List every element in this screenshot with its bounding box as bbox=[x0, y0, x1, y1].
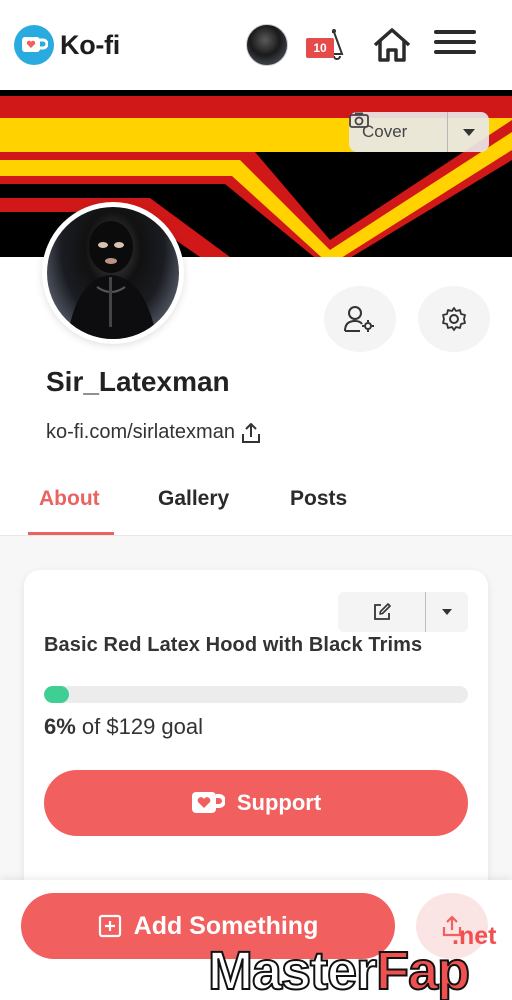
share-icon[interactable] bbox=[241, 422, 261, 444]
edit-goal-button[interactable] bbox=[338, 592, 426, 632]
kofi-logo[interactable]: Ko-fi bbox=[14, 25, 120, 65]
goal-percent: 6% bbox=[44, 714, 76, 739]
profile-avatar[interactable] bbox=[42, 202, 184, 344]
watermark-fap: Fap bbox=[375, 940, 471, 1000]
home-button[interactable] bbox=[372, 26, 412, 64]
plus-square-icon bbox=[98, 914, 121, 938]
notifications-button[interactable]: 10 bbox=[304, 28, 348, 62]
profile-url-text: ko-fi.com/sirlatexman bbox=[46, 421, 235, 443]
user-settings-icon bbox=[344, 306, 374, 332]
chevron-down-icon bbox=[462, 128, 475, 136]
avatar[interactable] bbox=[246, 24, 288, 66]
edit-icon bbox=[373, 603, 391, 620]
notification-count-badge: 10 bbox=[306, 38, 334, 58]
cover-button[interactable]: Cover bbox=[349, 112, 489, 152]
chevron-down-icon bbox=[442, 609, 452, 615]
profile-url[interactable]: ko-fi.com/sirlatexman bbox=[46, 421, 261, 444]
support-button-label: Support bbox=[236, 790, 322, 815]
support-button[interactable]: Support bbox=[44, 770, 468, 836]
brand-name: Ko-fi bbox=[60, 29, 120, 60]
tab-gallery[interactable]: Gallery bbox=[158, 487, 229, 511]
camera-icon bbox=[349, 112, 369, 128]
cover-options-dropdown[interactable] bbox=[448, 128, 489, 136]
goal-card: Basic Red Latex Hood with Black Trims 6%… bbox=[24, 570, 488, 900]
goal-options-dropdown[interactable] bbox=[426, 592, 468, 632]
home-icon bbox=[373, 28, 411, 62]
hamburger-menu-icon[interactable] bbox=[434, 30, 476, 60]
cover-edit-button[interactable]: Cover bbox=[349, 112, 448, 152]
tab-about[interactable]: About bbox=[39, 487, 100, 511]
active-tab-indicator bbox=[28, 532, 114, 535]
settings-button[interactable] bbox=[418, 286, 490, 352]
gear-icon bbox=[442, 307, 466, 331]
goal-progress-bar bbox=[44, 686, 468, 703]
watermark: .net MasterFap bbox=[207, 922, 512, 1000]
kofi-cup-icon bbox=[14, 25, 54, 65]
goal-progress-fill bbox=[44, 686, 70, 703]
watermark-text: MasterFap bbox=[207, 940, 471, 1000]
goal-edit-controls bbox=[338, 592, 468, 632]
goal-progress-text: 6% of $129 goal bbox=[44, 714, 203, 740]
goal-title: Basic Red Latex Hood with Black Trims bbox=[44, 634, 423, 656]
watermark-master: Master bbox=[207, 940, 378, 1000]
profile-tabs: About Gallery Posts bbox=[0, 470, 512, 536]
manage-users-button[interactable] bbox=[324, 286, 396, 352]
tab-posts[interactable]: Posts bbox=[290, 487, 347, 511]
top-nav: Ko-fi 10 bbox=[0, 0, 512, 90]
profile-username: Sir_Latexman bbox=[46, 366, 230, 397]
kofi-cup-icon bbox=[191, 792, 225, 813]
goal-amount: of $129 goal bbox=[81, 714, 204, 739]
